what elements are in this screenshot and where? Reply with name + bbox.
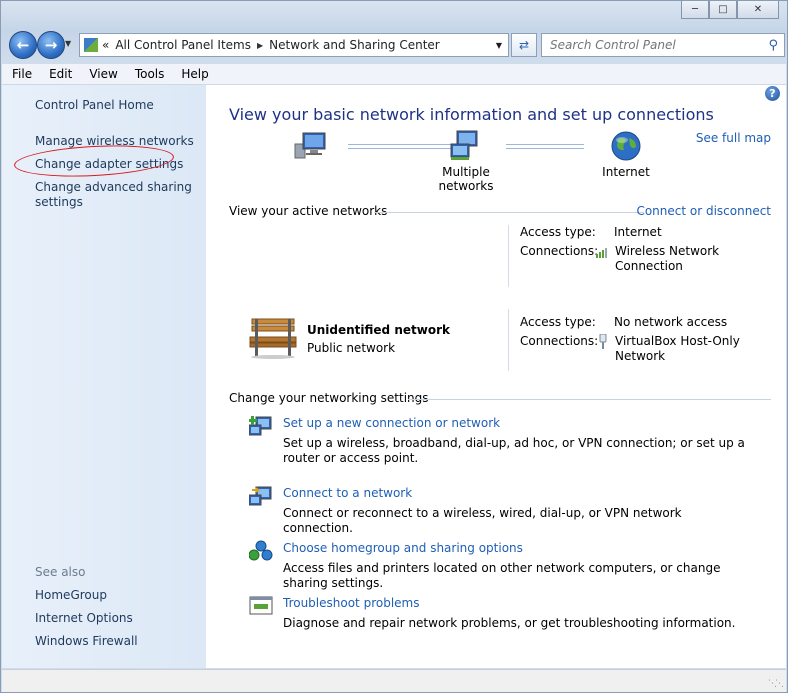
section-divider xyxy=(408,399,771,400)
menu-file[interactable]: File xyxy=(2,67,39,81)
connect-disconnect-link[interactable]: Connect or disconnect xyxy=(636,204,771,218)
back-button[interactable]: ← xyxy=(9,31,37,59)
ethernet-plug-icon xyxy=(599,334,607,349)
refresh-icon: ⇄ xyxy=(518,38,530,52)
troubleshoot-desc: Diagnose and repair network problems, or… xyxy=(283,616,736,630)
homegroup-options-link[interactable]: Choose homegroup and sharing options xyxy=(283,541,753,556)
homegroup-link[interactable]: HomeGroup xyxy=(35,588,107,603)
network-name: Unidentified network xyxy=(307,323,450,337)
address-box[interactable]: « All Control Panel Items ▶ Network and … xyxy=(79,33,509,57)
access-type-label: Access type: xyxy=(520,315,596,329)
close-icon[interactable]: ✕ xyxy=(737,1,779,19)
control-panel-home-link[interactable]: Control Panel Home xyxy=(35,98,154,113)
window: ─ □ ✕ ← → ▼ « All Control Panel Items ▶ … xyxy=(0,0,788,693)
active-networks-heading: View your active networks xyxy=(229,204,388,218)
refresh-button[interactable]: ⇄ xyxy=(511,33,537,57)
homegroup-icon xyxy=(249,540,273,561)
internet-options-link[interactable]: Internet Options xyxy=(35,611,133,626)
task-setup-connection: Set up a new connection or network Set u… xyxy=(283,416,753,466)
map-link-line xyxy=(506,144,584,149)
setup-connection-link[interactable]: Set up a new connection or network xyxy=(283,416,753,431)
network-separator xyxy=(508,309,509,371)
map-node-networks-label: Multiple networks xyxy=(438,165,494,193)
network-separator xyxy=(508,225,509,287)
troubleshoot-link[interactable]: Troubleshoot problems xyxy=(283,596,753,611)
address-dropdown-icon[interactable]: ▼ xyxy=(496,41,502,50)
maximize-icon[interactable]: □ xyxy=(709,1,737,19)
virtualbox-connection-line2[interactable]: Network xyxy=(615,349,740,364)
globe-icon xyxy=(611,131,641,161)
menu-bar: File Edit View Tools Help xyxy=(2,64,786,85)
network-category-link[interactable]: Public network xyxy=(307,341,395,356)
networking-settings-heading: Change your networking settings xyxy=(229,391,429,405)
page-title: View your basic network information and … xyxy=(229,105,714,124)
caption-buttons: ─ □ ✕ xyxy=(681,1,779,19)
access-type-value: No network access xyxy=(614,315,728,329)
connect-network-desc: Connect or reconnect to a wireless, wire… xyxy=(283,506,682,535)
section-divider xyxy=(374,212,644,213)
multiple-networks-icon xyxy=(450,130,478,160)
homegroup-options-desc: Access files and printers located on oth… xyxy=(283,561,721,590)
new-connection-icon xyxy=(249,416,272,436)
map-node-internet-label: Internet xyxy=(602,165,650,179)
task-troubleshoot: Troubleshoot problems Diagnose and repai… xyxy=(283,596,753,631)
map-node-internet: Internet xyxy=(596,130,656,179)
virtualbox-connection-line1[interactable]: VirtualBox Host-Only xyxy=(615,334,740,349)
windows-firewall-link[interactable]: Windows Firewall xyxy=(35,634,138,649)
connections-label: Connections: xyxy=(520,244,599,258)
breadcrumb-separator-icon[interactable]: ▶ xyxy=(257,41,263,50)
connections-label: Connections: xyxy=(520,334,599,348)
search-box[interactable]: ⚲ xyxy=(541,33,785,57)
menu-tools[interactable]: Tools xyxy=(125,67,172,81)
connect-network-icon xyxy=(249,486,272,506)
task-homegroup: Choose homegroup and sharing options Acc… xyxy=(283,541,753,591)
search-icon[interactable]: ⚲ xyxy=(768,38,778,53)
map-node-networks: Multiple networks xyxy=(416,130,516,193)
control-panel-icon xyxy=(84,38,98,52)
main-content: ? View your basic network information an… xyxy=(206,85,786,668)
address-row: ← → ▼ « All Control Panel Items ▶ Networ… xyxy=(7,29,785,59)
help-icon[interactable]: ? xyxy=(765,86,780,101)
breadcrumb-all-items[interactable]: All Control Panel Items xyxy=(115,38,251,52)
change-advanced-sharing-link[interactable]: Change advanced sharing settings xyxy=(35,180,195,210)
breadcrumb-overflow[interactable]: « xyxy=(102,38,109,52)
wireless-connection-line2[interactable]: Connection xyxy=(615,259,719,274)
task-pane: Control Panel Home Manage wireless netwo… xyxy=(2,85,206,668)
breadcrumb-network-center[interactable]: Network and Sharing Center xyxy=(269,38,440,52)
resize-grip-icon[interactable]: ⋱⋱ xyxy=(768,679,784,689)
wireless-signal-icon xyxy=(596,248,607,258)
wireless-connection-link[interactable]: Wireless Network Connection xyxy=(615,244,719,274)
computer-icon xyxy=(294,132,326,159)
minimize-icon[interactable]: ─ xyxy=(681,1,709,19)
menu-view[interactable]: View xyxy=(79,67,124,81)
see-also-label: See also xyxy=(35,565,86,579)
access-type-label: Access type: xyxy=(520,225,596,239)
status-bar: ⋱⋱ xyxy=(2,669,786,692)
virtualbox-connection-link[interactable]: VirtualBox Host-Only Network xyxy=(615,334,740,364)
access-type-value: Internet xyxy=(614,225,662,239)
wireless-connection-line1[interactable]: Wireless Network xyxy=(615,244,719,259)
arrow-right-icon: → xyxy=(44,36,58,54)
search-input[interactable] xyxy=(548,37,762,53)
connect-network-link[interactable]: Connect to a network xyxy=(283,486,753,501)
network-map: Multiple networks Internet xyxy=(206,130,786,193)
recent-pages-chevron-icon[interactable]: ▼ xyxy=(65,39,71,48)
map-node-computer xyxy=(291,130,331,163)
troubleshoot-icon xyxy=(249,596,273,615)
menu-edit[interactable]: Edit xyxy=(39,67,79,81)
park-bench-icon xyxy=(249,318,297,359)
forward-button[interactable]: → xyxy=(37,31,65,59)
arrow-left-icon: ← xyxy=(16,36,30,54)
setup-connection-desc: Set up a wireless, broadband, dial-up, a… xyxy=(283,436,745,465)
task-connect-network: Connect to a network Connect or reconnec… xyxy=(283,486,753,536)
menu-help[interactable]: Help xyxy=(171,67,215,81)
